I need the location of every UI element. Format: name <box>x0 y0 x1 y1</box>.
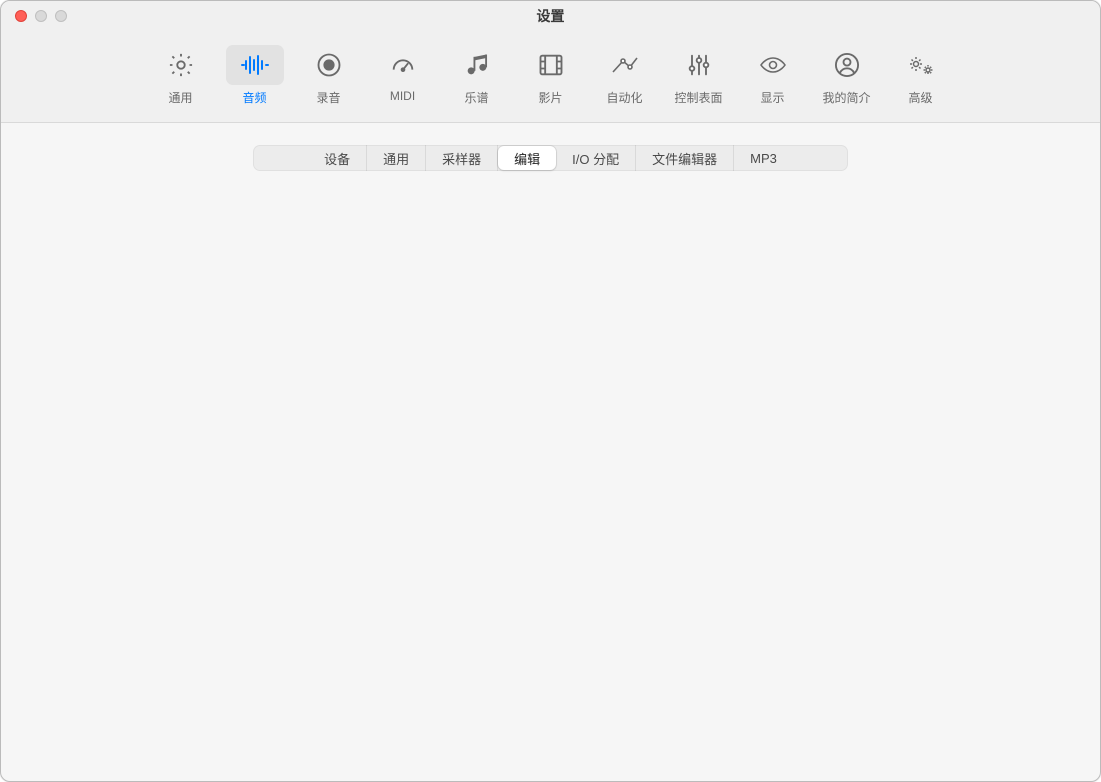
tab-movie[interactable]: 影片 <box>518 41 584 108</box>
row-max-scrub-speed: 最高滑动速度： 普通 <box>56 433 1045 459</box>
tab-advanced[interactable]: 高级 <box>888 41 954 108</box>
settings-window: 设置 通用 音频 录音 MIDI <box>0 0 1101 782</box>
label-crossfade-time: 交叉渐变时间： <box>56 249 200 268</box>
checkbox-label: 与轨道区域中的音频一同滑动 <box>226 396 395 415</box>
subtab-io[interactable]: I/O 分配 <box>556 145 636 171</box>
tab-score[interactable]: 乐谱 <box>444 41 510 108</box>
automation-icon <box>609 49 641 81</box>
section-scrub-title: 左右滑动 <box>56 356 1045 376</box>
film-icon <box>535 49 567 81</box>
stepper-value[interactable]: 20 <box>629 246 671 270</box>
slider-crossfade-curve[interactable] <box>200 300 592 304</box>
close-window-button[interactable] <box>15 10 27 22</box>
content-area: 设备 通用 采样器 编辑 I/O 分配 文件编辑器 MP3 用于合并与获得合成的… <box>1 123 1100 770</box>
tab-label: 乐谱 <box>464 89 488 106</box>
stepper-down-button[interactable] <box>607 290 629 314</box>
record-icon <box>313 49 345 81</box>
stepper-crossfade-curve: 0 <box>606 289 694 315</box>
chevron-down-icon <box>614 300 622 305</box>
tab-label: 控制表面 <box>674 89 722 106</box>
subtab-label: 设备 <box>324 149 350 168</box>
stepper-value[interactable]: 0 <box>629 290 671 314</box>
subtab-sampler[interactable]: 采样器 <box>426 145 498 171</box>
sliders-icon <box>683 49 715 81</box>
label-scrub-response: 滑动响应： <box>56 481 200 500</box>
select-value: 普通 <box>211 437 237 456</box>
row-scrub-with-audio: 与轨道区域中的音频一同滑动 <box>56 396 1045 415</box>
tab-label: 高级 <box>908 89 932 106</box>
tab-label: 音频 <box>242 89 266 106</box>
minimize-window-button[interactable] <box>35 10 47 22</box>
row-crossfade-time: 交叉渐变时间： 20 毫秒 <box>56 245 1045 271</box>
subtab-file-editor[interactable]: 文件编辑器 <box>636 145 734 171</box>
slider-thumb[interactable] <box>207 247 217 269</box>
subtab-device[interactable]: 设备 <box>308 145 367 171</box>
stepper-up-button[interactable] <box>671 246 693 270</box>
chevron-up-icon <box>678 300 686 305</box>
subtab-label: 编辑 <box>514 149 540 168</box>
subtab-label: 文件编辑器 <box>652 149 717 168</box>
window-controls <box>15 10 67 22</box>
subtab-label: 通用 <box>383 149 409 168</box>
stepper-down-button[interactable] <box>607 246 629 270</box>
stepper-up-button[interactable] <box>671 290 693 314</box>
tab-label: 录音 <box>316 89 340 106</box>
section-crossfade-title: 用于合并与获得合成的交叉渐变 <box>56 205 1045 225</box>
gear-icon <box>165 49 197 81</box>
subtab-label: I/O 分配 <box>572 149 619 168</box>
gears-icon <box>905 49 937 81</box>
subtab-general[interactable]: 通用 <box>367 145 426 171</box>
waveform-icon <box>239 49 271 81</box>
select-max-scrub-speed[interactable]: 普通 <box>200 433 584 459</box>
toolbar: 通用 音频 录音 MIDI 乐谱 <box>1 31 1100 123</box>
row-crossfade-curve: 交叉渐变曲线： 0 <box>56 289 1045 315</box>
divider <box>56 333 1045 334</box>
row-scrub-response: 滑动响应： 普通 <box>56 477 1045 503</box>
tab-midi[interactable]: MIDI <box>370 41 436 108</box>
tab-automation[interactable]: 自动化 <box>592 41 658 108</box>
tab-general[interactable]: 通用 <box>148 41 214 108</box>
subtab-mp3[interactable]: MP3 <box>734 145 793 171</box>
settings-panel: 用于合并与获得合成的交叉渐变 交叉渐变时间： 20 毫秒 <box>29 158 1072 748</box>
tab-label: 显示 <box>760 89 784 106</box>
tab-control-surface[interactable]: 控制表面 <box>666 41 732 108</box>
user-circle-icon <box>831 49 863 81</box>
select-value: 普通 <box>211 481 237 500</box>
subtabs: 设备 通用 采样器 编辑 I/O 分配 文件编辑器 MP3 <box>253 145 848 171</box>
unit-ms: 毫秒 <box>704 249 730 268</box>
label-max-scrub-speed: 最高滑动速度： <box>56 437 200 456</box>
checkbox-scrub-with-audio[interactable] <box>200 398 216 414</box>
window-title: 设置 <box>1 6 1100 26</box>
tab-label: MIDI <box>390 89 415 103</box>
tab-audio[interactable]: 音频 <box>222 41 288 108</box>
music-notes-icon <box>461 49 493 81</box>
slider-crossfade-time[interactable] <box>200 256 592 260</box>
tab-label: 我的简介 <box>822 89 870 106</box>
select-arrows-icon <box>561 480 581 500</box>
tab-label: 通用 <box>168 89 192 106</box>
gauge-icon <box>387 49 419 81</box>
slider-thumb[interactable] <box>326 291 336 313</box>
select-arrows-icon <box>561 436 581 456</box>
tab-display[interactable]: 显示 <box>740 41 806 108</box>
select-scrub-response[interactable]: 普通 <box>200 477 584 503</box>
eye-icon <box>757 49 789 81</box>
tab-label: 影片 <box>538 89 562 106</box>
label-crossfade-curve: 交叉渐变曲线： <box>56 293 200 312</box>
chevron-down-icon <box>614 256 622 261</box>
subtab-label: 采样器 <box>442 149 481 168</box>
tab-label: 自动化 <box>606 89 642 106</box>
zoom-window-button[interactable] <box>55 10 67 22</box>
titlebar: 设置 <box>1 1 1100 31</box>
tab-record[interactable]: 录音 <box>296 41 362 108</box>
subtab-label: MP3 <box>750 151 777 166</box>
subtab-edit[interactable]: 编辑 <box>498 146 556 170</box>
stepper-crossfade-time: 20 <box>606 245 694 271</box>
tab-profile[interactable]: 我的简介 <box>814 41 880 108</box>
chevron-up-icon <box>678 256 686 261</box>
